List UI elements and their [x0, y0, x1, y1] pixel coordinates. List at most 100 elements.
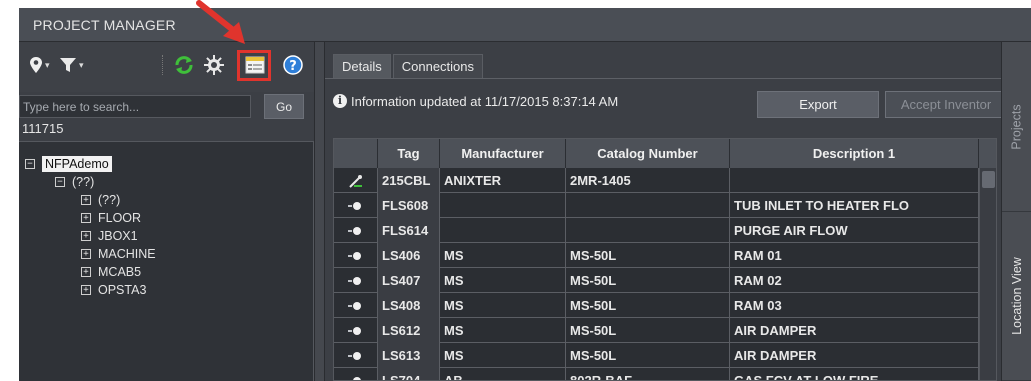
cell-manufacturer[interactable]: MS [440, 343, 566, 368]
row-icon-cell [334, 243, 378, 268]
tree-node-label[interactable]: OPSTA3 [98, 283, 146, 297]
cell-manufacturer[interactable]: AB [440, 368, 566, 380]
cell-catalog-number[interactable]: MS-50L [566, 293, 730, 318]
rail-tab-label[interactable]: Location View [1010, 257, 1024, 335]
tree-node[interactable]: + OPSTA3 [81, 282, 146, 298]
expand-icon[interactable]: + [81, 267, 91, 277]
table-row[interactable]: LS408 MS MS-50L RAM 03 [334, 293, 996, 318]
tree-node[interactable]: + JBOX1 [81, 228, 138, 244]
cell-catalog-number[interactable]: MS-50L [566, 343, 730, 368]
location-dropdown-button[interactable]: ▾ [29, 54, 50, 76]
collapse-icon[interactable]: − [55, 177, 65, 187]
tree-node[interactable]: + FLOOR [81, 210, 141, 226]
cell-tag[interactable]: LS406 [378, 243, 440, 268]
settings-button[interactable] [203, 54, 225, 76]
panel-splitter[interactable] [314, 42, 325, 381]
tree-node-label[interactable]: MACHINE [98, 247, 156, 261]
wire-icon [348, 174, 362, 188]
cell-manufacturer[interactable] [440, 218, 566, 243]
location-pin-icon [30, 57, 42, 73]
table-row[interactable]: LS406 MS MS-50L RAM 01 [334, 243, 996, 268]
device-icon [347, 276, 364, 285]
cell-tag[interactable]: LS612 [378, 318, 440, 343]
tree-node-label[interactable]: JBOX1 [98, 229, 138, 243]
tree-node-label[interactable]: FLOOR [98, 211, 141, 225]
table-row[interactable]: FLS608 TUB INLET TO HEATER FLO [334, 193, 996, 218]
cell-description[interactable]: AIR DAMPER [730, 343, 979, 368]
go-button[interactable]: Go [264, 94, 304, 119]
rail-tab-location-view[interactable]: Location View [1002, 212, 1031, 381]
cell-catalog-number[interactable]: 2MR-1405 [566, 168, 730, 193]
cell-tag[interactable]: LS408 [378, 293, 440, 318]
collapse-icon[interactable]: − [25, 159, 35, 169]
filter-dropdown-button[interactable]: ▾ [59, 54, 84, 76]
column-header-tag[interactable]: Tag [378, 139, 440, 168]
export-button[interactable]: Export [757, 91, 879, 118]
tree-node-label[interactable]: NFPAdemo [42, 156, 112, 172]
row-icon-cell [334, 193, 378, 218]
cell-manufacturer[interactable] [440, 193, 566, 218]
tree-node[interactable]: + MCAB5 [81, 264, 141, 280]
expand-icon[interactable]: + [81, 231, 91, 241]
cell-manufacturer[interactable]: MS [440, 268, 566, 293]
cell-description[interactable]: GAS FCV AT LOW FIRE [730, 368, 979, 380]
device-icon [347, 376, 364, 380]
cell-tag[interactable]: FLS608 [378, 193, 440, 218]
cell-catalog-number[interactable] [566, 193, 730, 218]
vertical-scrollbar[interactable] [979, 168, 996, 380]
tree-node[interactable]: + (??) [81, 192, 120, 208]
cell-manufacturer[interactable]: MS [440, 243, 566, 268]
cell-description[interactable]: RAM 01 [730, 243, 979, 268]
table-row[interactable]: LS704 AB 802R-BAF GAS FCV AT LOW FIRE [334, 368, 996, 380]
table-row[interactable]: 215CBL ANIXTER 2MR-1405 [334, 168, 996, 193]
cell-description[interactable] [730, 168, 979, 193]
table-row[interactable]: LS407 MS MS-50L RAM 02 [334, 268, 996, 293]
cell-description[interactable]: PURGE AIR FLOW [730, 218, 979, 243]
cell-catalog-number[interactable]: MS-50L [566, 318, 730, 343]
rail-tab-projects[interactable]: Projects [1002, 42, 1031, 212]
expand-icon[interactable]: + [81, 213, 91, 223]
refresh-button[interactable] [173, 54, 195, 76]
cell-tag[interactable]: LS704 [378, 368, 440, 380]
tree-node-label[interactable]: (??) [98, 193, 120, 207]
tree-node[interactable]: + MACHINE [81, 246, 156, 262]
tree-node-label[interactable]: (??) [72, 175, 94, 189]
column-header-description[interactable]: Description 1 [730, 139, 979, 168]
accept-inventor-button[interactable]: Accept Inventor [885, 91, 1007, 118]
tree-node-label[interactable]: MCAB5 [98, 265, 141, 279]
cell-description[interactable]: TUB INLET TO HEATER FLO [730, 193, 979, 218]
expand-icon[interactable]: + [81, 249, 91, 259]
info-message: i Information updated at 11/17/2015 8:37… [333, 88, 618, 114]
expand-icon[interactable]: + [81, 195, 91, 205]
cell-manufacturer[interactable]: MS [440, 293, 566, 318]
cell-catalog-number[interactable]: MS-50L [566, 243, 730, 268]
column-header-catalog-number[interactable]: Catalog Number [566, 139, 730, 168]
help-button[interactable]: ? [283, 54, 303, 76]
cell-description[interactable]: RAM 03 [730, 293, 979, 318]
row-icon-cell [334, 268, 378, 293]
help-icon: ? [283, 55, 303, 75]
cell-tag[interactable]: FLS614 [378, 218, 440, 243]
table-row[interactable]: FLS614 PURGE AIR FLOW [334, 218, 996, 243]
cell-manufacturer[interactable]: ANIXTER [440, 168, 566, 193]
cell-description[interactable]: AIR DAMPER [730, 318, 979, 343]
expand-icon[interactable]: + [81, 285, 91, 295]
column-header-manufacturer[interactable]: Manufacturer [440, 139, 566, 168]
cell-tag[interactable]: 215CBL [378, 168, 440, 193]
scroll-thumb[interactable] [982, 171, 995, 188]
rail-tab-label[interactable]: Projects [1010, 104, 1024, 149]
cell-tag[interactable]: LS407 [378, 268, 440, 293]
search-input[interactable] [19, 95, 251, 118]
tree-node-root[interactable]: − NFPAdemo [25, 156, 112, 172]
cell-catalog-number[interactable]: 802R-BAF [566, 368, 730, 380]
cell-catalog-number[interactable]: MS-50L [566, 268, 730, 293]
cell-description[interactable]: RAM 02 [730, 268, 979, 293]
cell-catalog-number[interactable] [566, 218, 730, 243]
tab-connections[interactable]: Connections [392, 54, 484, 78]
tab-details[interactable]: Details [333, 54, 391, 78]
table-row[interactable]: LS612 MS MS-50L AIR DAMPER [334, 318, 996, 343]
tree-node-location[interactable]: − (??) [55, 174, 94, 190]
cell-tag[interactable]: LS613 [378, 343, 440, 368]
cell-manufacturer[interactable]: MS [440, 318, 566, 343]
table-row[interactable]: LS613 MS MS-50L AIR DAMPER [334, 343, 996, 368]
